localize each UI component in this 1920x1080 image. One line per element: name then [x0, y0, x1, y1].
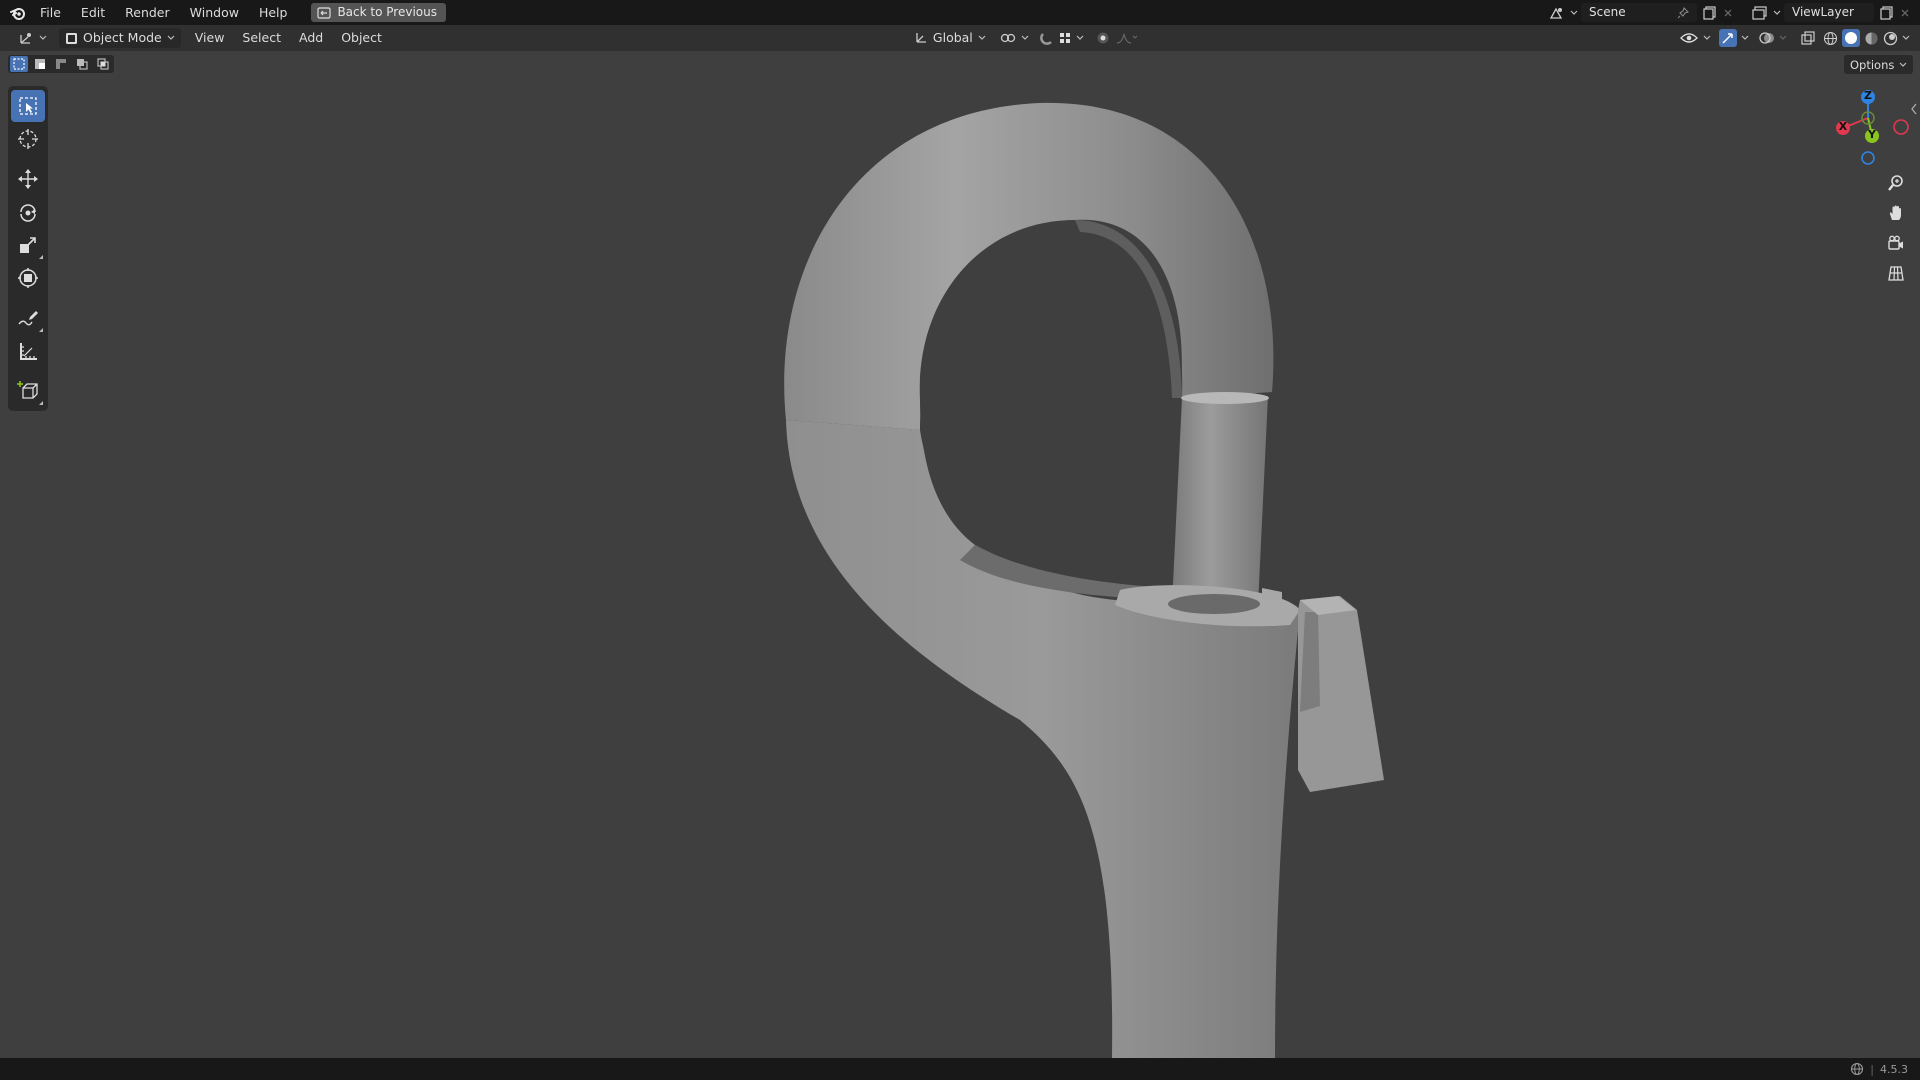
measure-ruler-icon: [18, 341, 38, 361]
annotate-tool[interactable]: [11, 302, 45, 334]
rotate-tool[interactable]: [11, 196, 45, 228]
tool-variants-indicator: [39, 401, 43, 405]
status-bar: | 4.5.3: [0, 1058, 1920, 1080]
blender-version: 4.5.3: [1880, 1062, 1908, 1076]
annotate-pencil-icon: [17, 307, 39, 329]
select-box-tool[interactable]: [11, 90, 45, 122]
add-cube-icon: [17, 380, 39, 402]
pan-hand-icon: [1887, 204, 1905, 222]
transform-icon: [17, 267, 39, 289]
add-cube-tool[interactable]: [11, 375, 45, 407]
perspective-toggle-button[interactable]: [1881, 258, 1911, 288]
gizmo-y-label[interactable]: Y: [1867, 128, 1877, 141]
cursor-tool[interactable]: [11, 123, 45, 155]
camera-icon: [1887, 235, 1905, 251]
transform-tool[interactable]: [11, 262, 45, 294]
select-box-icon: [18, 96, 38, 116]
scale-icon: [18, 235, 38, 255]
zoom-button[interactable]: [1881, 168, 1911, 198]
gizmo-z-label[interactable]: Z: [1863, 89, 1873, 102]
pan-button[interactable]: [1881, 198, 1911, 228]
status-divider: |: [1870, 1062, 1874, 1076]
grid-perspective-icon: [1887, 264, 1905, 282]
network-globe-icon[interactable]: [1850, 1062, 1864, 1076]
move-tool[interactable]: [11, 163, 45, 195]
navigation-gizmo[interactable]: Z X Y: [1826, 86, 1916, 171]
tool-shelf: [8, 86, 48, 411]
camera-view-button[interactable]: [1881, 228, 1911, 258]
tool-variants-indicator: [39, 328, 43, 332]
scale-tool[interactable]: [11, 229, 45, 261]
tool-variants-indicator: [39, 255, 43, 259]
move-icon: [17, 168, 39, 190]
viewport-3d-model[interactable]: [0, 0, 1920, 1058]
measure-tool[interactable]: [11, 335, 45, 367]
gizmo-x-label[interactable]: X: [1838, 120, 1848, 133]
zoom-magnifier-icon: [1887, 174, 1905, 192]
rotate-icon: [17, 201, 39, 223]
sidebar-toggle-chevron-icon[interactable]: [1910, 103, 1918, 115]
cursor-icon: [17, 128, 39, 150]
